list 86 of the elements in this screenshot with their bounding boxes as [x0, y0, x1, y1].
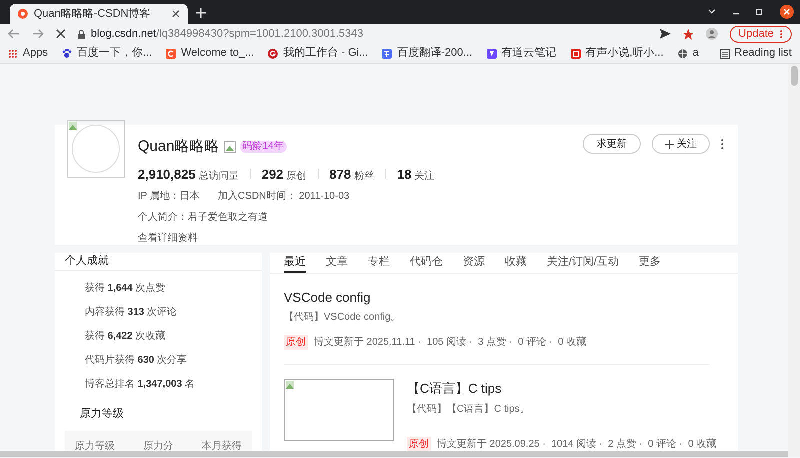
column-header: 原力分 — [144, 440, 174, 454]
stat-value: 292 — [262, 166, 284, 184]
article-meta: 博文更新于 2025.09.25 · 1014 阅读 · 2 点赞 · 0 评论 · 0 收藏 — [437, 438, 717, 452]
list-icon — [720, 48, 730, 58]
send-icon[interactable] — [660, 29, 671, 39]
more-icon[interactable] — [721, 139, 724, 150]
profile-icon[interactable] — [706, 28, 718, 40]
star-icon[interactable] — [682, 28, 694, 40]
original-tag: 原创 — [284, 335, 308, 350]
tab[interactable]: 文章 — [326, 253, 348, 272]
forward-icon[interactable] — [32, 29, 44, 39]
url-text[interactable]: blog.csdn.net/lq384998430?spm=1001.2100.3001.5343 — [91, 26, 364, 42]
tab[interactable]: 关注/订阅/互动 — [547, 253, 620, 272]
original-tag: 原创 — [407, 436, 431, 452]
new-tab-icon[interactable] — [196, 8, 206, 18]
translate-icon — [382, 48, 392, 58]
article-title[interactable]: VSCode config — [284, 288, 371, 307]
bookmark-link[interactable]: a — [692, 45, 699, 62]
stop-icon[interactable] — [56, 29, 66, 39]
stat-label: 原创 — [286, 170, 307, 184]
request-update-button[interactable]: 求更新 — [583, 134, 641, 154]
stat-label: 粉丝 — [354, 170, 374, 184]
tab-title: Quan略略略-CSDN博客 — [34, 6, 152, 22]
broken-image-icon — [69, 122, 77, 130]
restore-icon[interactable] — [756, 8, 764, 16]
column-header: 原力等级 — [75, 440, 115, 454]
lock-icon — [78, 30, 85, 38]
reading-list-link[interactable]: Reading list — [734, 45, 792, 62]
close-icon[interactable] — [172, 10, 180, 18]
card-title: 个人成就 — [65, 254, 109, 269]
achievement-text: 内容获得 313 次评论 — [85, 306, 178, 320]
c-logo-icon — [166, 48, 176, 58]
g-logo-icon — [268, 48, 278, 58]
browser-tab[interactable]: Quan略略略-CSDN博客 — [10, 4, 188, 24]
chevron-down-icon[interactable] — [708, 9, 716, 15]
achievement-text: 获得 6,422 次收藏 — [85, 330, 167, 344]
achievement-text: 博客总排名 1,347,003 名 — [85, 378, 196, 392]
broken-image-icon — [224, 141, 236, 154]
user-name: Quan略略略 — [138, 137, 220, 157]
back-icon[interactable] — [8, 29, 20, 39]
stat-label: 总访问量 — [198, 170, 239, 184]
bookmark-link[interactable]: Apps — [23, 45, 48, 62]
article-meta: 博文更新于 2025.11.11 · 105 阅读 · 3 点赞 · 0 评论 · 0 收藏 — [314, 336, 586, 350]
stat-label: 关注 — [414, 170, 435, 184]
scrollbar-track[interactable] — [788, 64, 800, 457]
achievement-text: 代码片获得 630 次分享 — [85, 354, 188, 368]
bookmark-link[interactable]: 有道云笔记 — [502, 45, 557, 62]
broken-image-icon — [286, 381, 294, 389]
article-summary: 【代码】VSCode config。 — [284, 310, 402, 325]
stat-value: 2,910,825 — [138, 166, 196, 184]
tab[interactable]: 代码仓 — [410, 253, 443, 272]
paw-icon — [62, 48, 72, 58]
close-icon[interactable] — [780, 5, 794, 19]
article-summary: 【代码】【C语言】C tips。 — [407, 402, 531, 416]
site-icon — [18, 9, 28, 19]
ip-location: IP 属地：日本 — [138, 190, 200, 204]
age-badge: 码龄14年 — [240, 141, 287, 154]
update-button[interactable]: Update — [730, 26, 792, 42]
tab[interactable]: 更多 — [639, 253, 662, 272]
stat-value: 878 — [330, 166, 352, 184]
book-icon — [570, 48, 581, 58]
bookmark-link[interactable]: Welcome to_... — [181, 45, 254, 62]
bio-text: 个人简介：君子爱色取之有道 — [138, 210, 269, 225]
column-header: 本月获得 — [202, 440, 242, 454]
plus-icon — [665, 140, 674, 148]
bookmark-link[interactable]: 百度一下，你... — [77, 45, 152, 62]
tab[interactable]: 最近 — [284, 253, 306, 272]
tab[interactable]: 资源 — [463, 253, 485, 272]
achievement-text: 获得 1,644 次点赞 — [85, 282, 167, 296]
bookmark-link[interactable]: 我的工作台 - Gi... — [283, 45, 368, 62]
profile-details-link[interactable]: 查看详细资料 — [138, 231, 198, 246]
section-title: 原力等级 — [79, 406, 125, 422]
follow-button[interactable]: 关注 — [652, 134, 710, 154]
join-date: 加入CSDN时间： 2011-10-03 — [218, 190, 350, 204]
tab[interactable]: 专栏 — [368, 253, 390, 272]
more-icon — [780, 30, 783, 38]
horizontal-scrollbar[interactable] — [0, 451, 788, 457]
globe-icon — [678, 48, 688, 58]
bookmark-link[interactable]: 有声小说,听小... — [586, 45, 664, 62]
article-title[interactable]: 【C语言】C tips — [407, 379, 502, 398]
apps-icon — [8, 48, 18, 58]
scrollbar-thumb[interactable] — [790, 66, 798, 86]
stat-value: 18 — [397, 166, 412, 184]
note-icon — [486, 48, 497, 58]
tab[interactable]: 收藏 — [505, 253, 527, 272]
bookmark-link[interactable]: 百度翻译-200... — [397, 45, 473, 62]
